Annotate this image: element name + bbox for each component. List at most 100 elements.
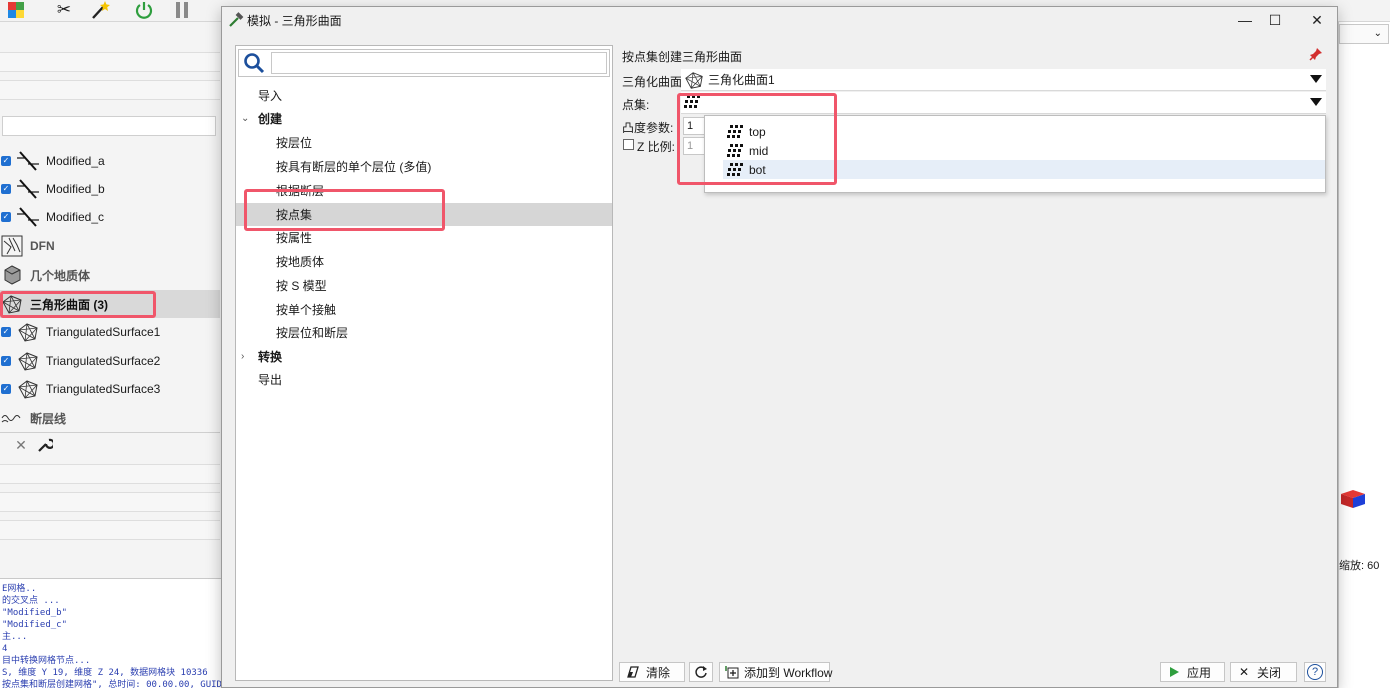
- nav-item-import[interactable]: 导入: [236, 84, 612, 107]
- tree-item-triangulated-surface-1[interactable]: ✓ TriangulatedSurface1: [0, 318, 220, 346]
- tree-filter-input[interactable]: [2, 116, 216, 136]
- pointset-label: 点集:: [622, 98, 650, 112]
- triangulated-surface-icon: [16, 320, 40, 344]
- scissors-icon[interactable]: ✂: [52, 0, 76, 20]
- search-input[interactable]: [271, 52, 607, 74]
- triangulated-surface-icon: [684, 70, 704, 90]
- zoom-label: 缩放: 60: [1339, 560, 1380, 572]
- search-icon[interactable]: [239, 50, 269, 76]
- checkbox-icon[interactable]: ✓: [1, 184, 11, 194]
- tree-item-modified-a[interactable]: ✓ Modified_a: [0, 147, 220, 175]
- nav-item-by-horizon[interactable]: 按层位: [236, 131, 612, 154]
- tree-item-label: 断层线: [30, 411, 67, 426]
- maximize-button[interactable]: ☐: [1260, 7, 1290, 33]
- fault-surface-icon: [16, 149, 40, 173]
- nav-item-export[interactable]: 导出: [236, 368, 612, 391]
- power-icon[interactable]: [132, 0, 156, 20]
- checkbox-icon[interactable]: ✓: [1, 356, 11, 366]
- log-line: "Modified_b": [2, 608, 68, 618]
- panel-header: [0, 80, 220, 100]
- tree-item-label: Modified_a: [46, 154, 105, 168]
- z-scale-label: Z 比例:: [637, 140, 675, 154]
- operation-tree-panel: 导入 ⌄ 创建 按层位 按具有断层的单个层位 (多值) 根据断层 按点集 按属性…: [235, 45, 613, 681]
- add-to-workflow-button[interactable]: 添加到 Workflow: [719, 662, 833, 682]
- apply-button[interactable]: 应用: [1160, 662, 1225, 682]
- dialog-titlebar: 模拟 - 三角形曲面 — ☐ ✕: [222, 7, 1337, 33]
- clear-button-label: 清除: [646, 665, 671, 680]
- log-line: 按点集和断层创建网格", 总时间: 00.00.00, GUID: [2, 680, 222, 688]
- puzzle-icon[interactable]: [4, 0, 28, 20]
- wrench-icon[interactable]: [36, 437, 56, 455]
- close-dialog-button[interactable]: ✕ 关闭: [1230, 662, 1297, 682]
- pause-icon[interactable]: [170, 0, 194, 20]
- clear-button[interactable]: 清除: [619, 662, 685, 682]
- close-icon: ✕: [1238, 665, 1250, 679]
- add-to-workflow-label: 添加到 Workflow: [744, 665, 833, 680]
- checkbox-icon[interactable]: ✓: [1, 384, 11, 394]
- tree-item-triangulated-surface-2[interactable]: ✓ TriangulatedSurface2: [0, 347, 220, 375]
- checkbox-icon[interactable]: ✓: [1, 156, 11, 166]
- nav-label: 按单个接触: [276, 303, 337, 317]
- viewport-side-panel: ⌄ 缩放: 60: [1338, 22, 1390, 688]
- help-button[interactable]: ?: [1304, 662, 1326, 682]
- nav-group-convert[interactable]: › 转换: [236, 345, 612, 368]
- viewport-dropdown[interactable]: ⌄: [1339, 24, 1389, 44]
- tree-item-fault-lines[interactable]: 断层线: [0, 404, 220, 432]
- log-line: 的交叉点 ...: [2, 596, 60, 606]
- nav-group-create[interactable]: ⌄ 创建: [236, 107, 612, 130]
- log-line: E网格..: [2, 584, 37, 594]
- nav-label: 导出: [258, 373, 283, 387]
- help-icon: ?: [1307, 664, 1323, 680]
- triangulated-surface-icon: [16, 349, 40, 373]
- tree-item-dfn[interactable]: DFN: [0, 232, 220, 260]
- delete-icon[interactable]: ✕: [12, 437, 30, 455]
- nav-item-by-single-horizon-faults[interactable]: 按具有断层的单个层位 (多值): [236, 155, 612, 178]
- highlight-box-tree: [0, 291, 156, 318]
- tree-item-modified-b[interactable]: ✓ Modified_b: [0, 175, 220, 203]
- nav-label: 按 S 模型: [276, 279, 327, 293]
- tree-item-geobodies[interactable]: 几个地质体: [0, 261, 220, 289]
- nav-item-by-horizon-and-faults[interactable]: 按层位和断层: [236, 321, 612, 344]
- tri-surface-select[interactable]: 三角化曲面1: [681, 69, 1326, 91]
- checkbox-icon[interactable]: ✓: [1, 327, 11, 337]
- z-scale-checkbox[interactable]: [623, 139, 634, 150]
- nav-label: 导入: [258, 89, 283, 103]
- tree-item-triangulated-surface-3[interactable]: ✓ TriangulatedSurface3: [0, 375, 220, 403]
- section-title: 按点集创建三角形曲面: [622, 50, 743, 64]
- tree-item-label: Modified_b: [46, 182, 105, 196]
- tree-item-label: TriangulatedSurface3: [46, 382, 161, 396]
- panel-header: [0, 464, 220, 484]
- convexity-label: 凸度参数:: [622, 121, 674, 135]
- nav-label: 按具有断层的单个层位 (多值): [276, 160, 432, 174]
- magic-wand-icon[interactable]: [88, 0, 112, 20]
- play-icon: [1166, 664, 1182, 680]
- chevron-down-icon[interactable]: ⌄: [241, 113, 251, 124]
- nav-item-by-geobody[interactable]: 按地质体: [236, 250, 612, 273]
- tri-surface-value: 三角化曲面1: [708, 73, 775, 87]
- log-line: 4: [2, 644, 8, 654]
- dropdown-arrow-icon[interactable]: [1310, 75, 1322, 83]
- nav-label: 创建: [258, 112, 283, 126]
- tree-item-modified-c[interactable]: ✓ Modified_c: [0, 203, 220, 231]
- nav-item-by-s-model[interactable]: 按 S 模型: [236, 274, 612, 297]
- highlight-box-nav: [244, 189, 445, 231]
- hammer-icon: [228, 12, 244, 28]
- dropdown-arrow-icon[interactable]: [1310, 98, 1322, 106]
- log-line: "Modified_c": [2, 620, 68, 630]
- model-preview-icon: [1339, 488, 1367, 512]
- pin-icon[interactable]: [1309, 47, 1323, 64]
- chevron-right-icon[interactable]: ›: [241, 351, 251, 362]
- fault-surface-icon: [16, 205, 40, 229]
- close-button-label: 关闭: [1257, 665, 1282, 680]
- log-line: 目中转换网格节点...: [2, 656, 91, 666]
- log-line: 主...: [2, 632, 28, 642]
- nav-item-by-single-contact[interactable]: 按单个接触: [236, 298, 612, 321]
- dfn-icon: [0, 234, 24, 258]
- refresh-button[interactable]: [689, 662, 713, 682]
- apply-button-label: 应用: [1187, 665, 1212, 680]
- checkbox-icon[interactable]: ✓: [1, 212, 11, 222]
- close-button[interactable]: ✕: [1302, 7, 1332, 33]
- output-log: E网格.. 的交叉点 ... "Modified_b" "Modified_c"…: [0, 578, 222, 688]
- tree-item-label: TriangulatedSurface2: [46, 354, 161, 368]
- minimize-button[interactable]: —: [1230, 7, 1260, 33]
